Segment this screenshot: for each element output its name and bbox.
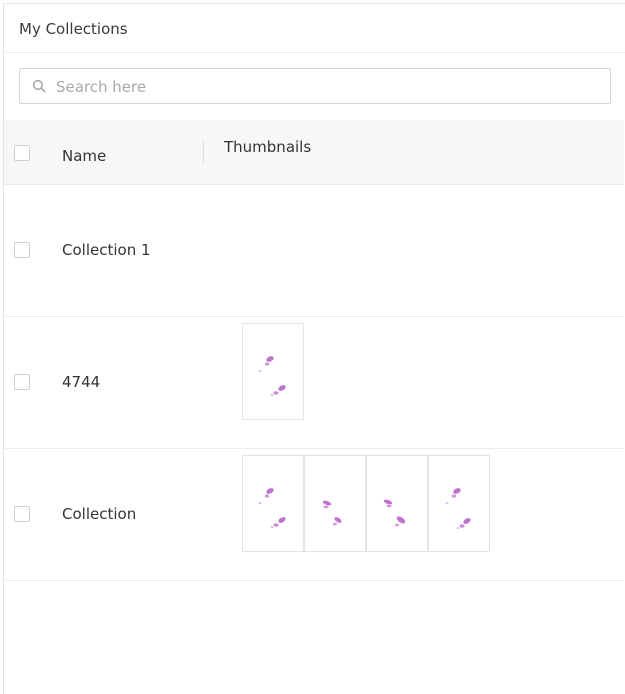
table-row[interactable]: Collection (4, 449, 624, 581)
row-checkbox[interactable] (14, 506, 30, 522)
select-all-checkbox[interactable] (14, 145, 30, 161)
table-header: Name Thumbnails (4, 120, 624, 185)
tissue-image (258, 488, 286, 528)
column-header-name[interactable]: Name (62, 147, 106, 165)
search-input[interactable] (54, 76, 598, 98)
column-divider[interactable] (203, 140, 204, 164)
tissue-image (258, 356, 286, 396)
table-row[interactable]: Collection 1 (4, 185, 624, 317)
thumbnail-strip (242, 323, 304, 420)
slide-thumbnail[interactable] (242, 323, 304, 420)
search-box[interactable] (19, 68, 611, 104)
tissue-image (445, 488, 471, 529)
column-header-thumbnails: Thumbnails (224, 138, 312, 156)
row-checkbox[interactable] (14, 242, 30, 258)
search-icon (33, 80, 46, 93)
collection-name[interactable]: 4744 (62, 373, 100, 391)
slide-thumbnail[interactable] (242, 455, 304, 552)
collection-name[interactable]: Collection 1 (62, 241, 151, 259)
row-checkbox[interactable] (14, 374, 30, 390)
panel-header: My Collections (4, 4, 625, 53)
slide-thumbnail[interactable] (428, 455, 490, 552)
tissue-image (383, 499, 406, 527)
collections-panel: My Collections Name Thumbnails Collectio… (3, 3, 625, 694)
slide-thumbnail[interactable] (366, 455, 428, 552)
thumbnail-strip (242, 455, 490, 552)
table-row[interactable]: 4744 (4, 317, 624, 449)
page-title: My Collections (19, 20, 128, 38)
tissue-image (322, 500, 342, 526)
collection-name[interactable]: Collection (62, 505, 136, 523)
slide-thumbnail[interactable] (304, 455, 366, 552)
